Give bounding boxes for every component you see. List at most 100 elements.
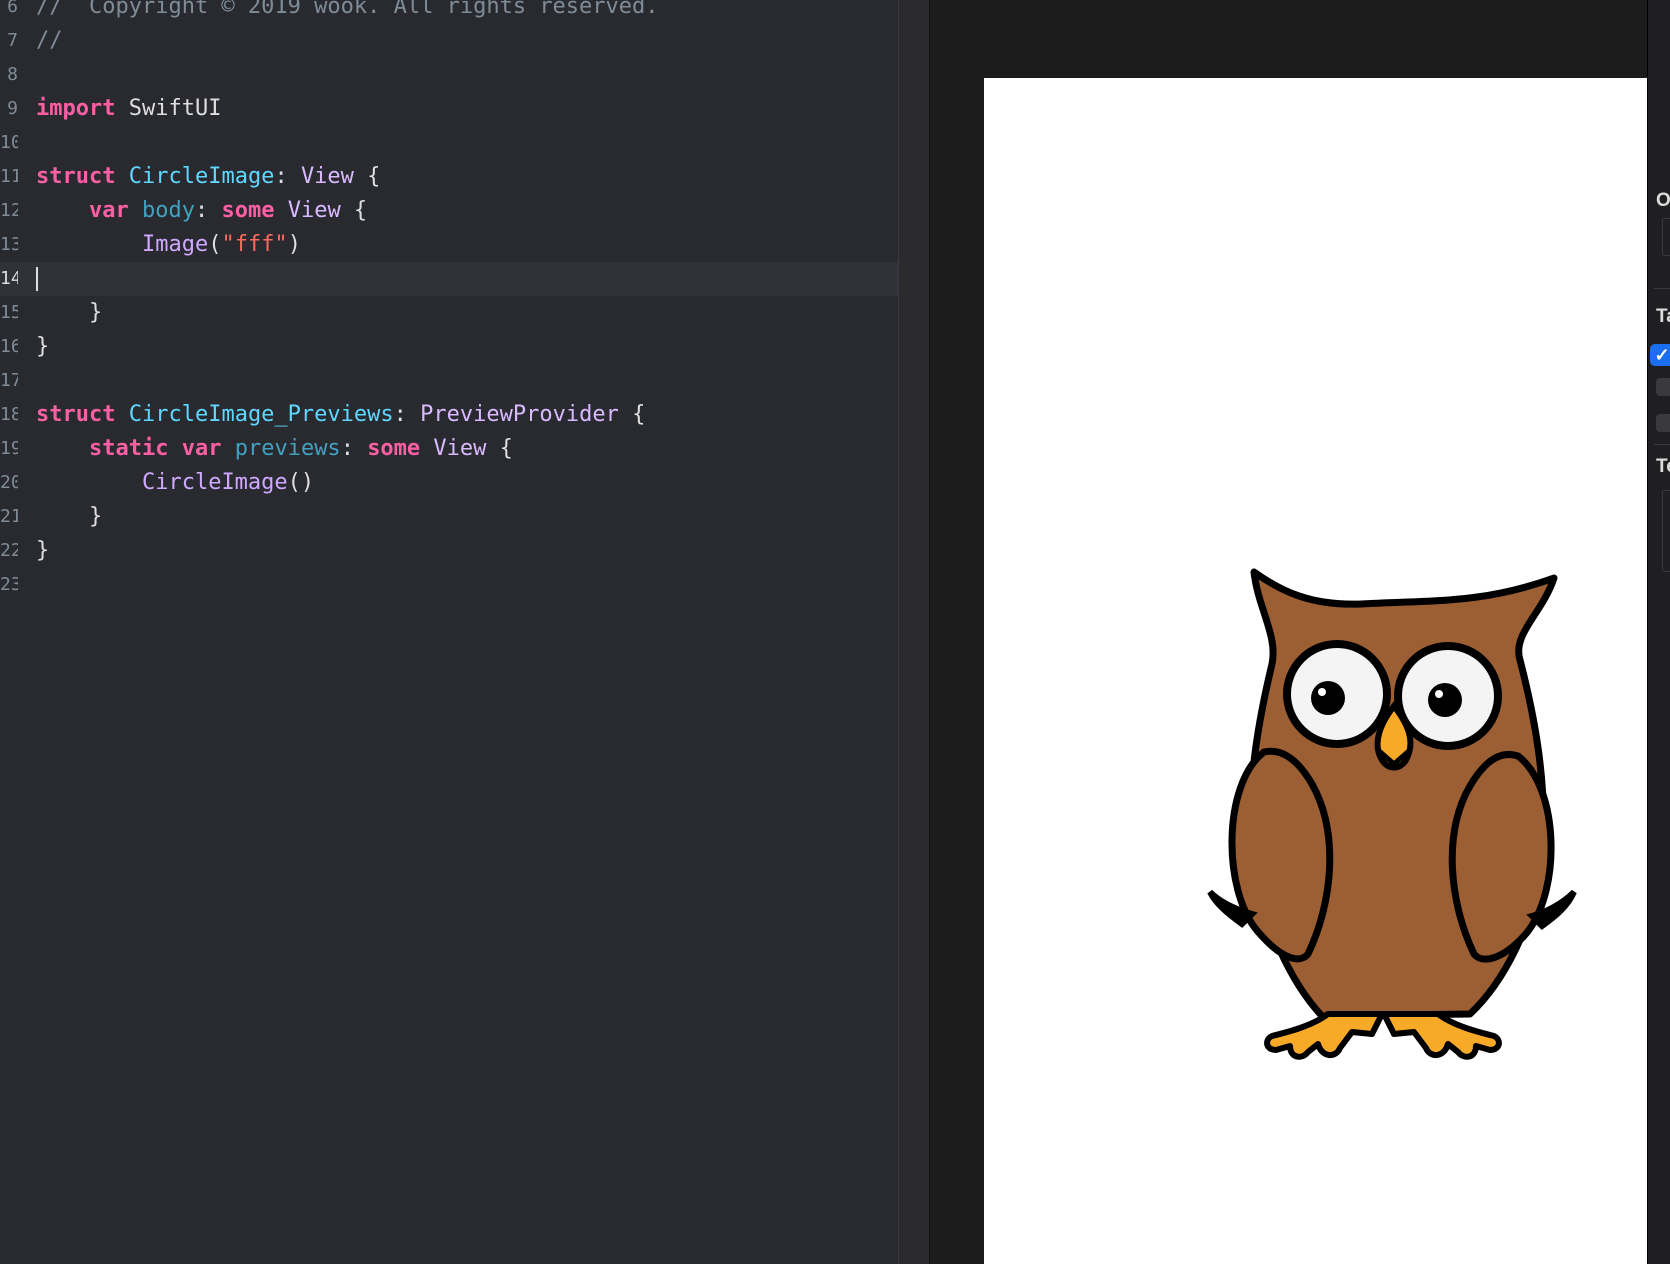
code-token: } (36, 300, 103, 325)
code-text: CircleImage() (36, 466, 314, 500)
text-caret (36, 267, 38, 291)
inspector-section-label: Te (1656, 456, 1670, 477)
code-text: struct CircleImage: View { (36, 160, 380, 194)
code-token: { (353, 164, 381, 189)
code-text: } (36, 296, 102, 330)
code-token: View (433, 436, 487, 461)
owl-image (1207, 568, 1577, 1060)
code-token: struct (36, 402, 116, 427)
code-token: ( (208, 232, 222, 257)
code-text: // (36, 24, 63, 58)
inspector-divider (1654, 444, 1670, 445)
code-line[interactable]: 8 (0, 58, 898, 92)
line-number: 16 (0, 336, 18, 357)
code-text: } (36, 534, 49, 568)
code-line[interactable]: 21 } (0, 500, 898, 534)
code-token: var (88, 198, 129, 223)
line-number: 22 (0, 540, 18, 561)
owl-wing-right (1448, 751, 1555, 963)
code-line[interactable]: 15 } (0, 296, 898, 330)
code-token: PreviewProvider (420, 402, 619, 427)
inspector-section-label: Ta (1656, 306, 1670, 327)
code-token: // (36, 28, 63, 53)
code-line[interactable]: 7 // (0, 24, 898, 58)
code-token: { (486, 436, 513, 461)
code-token: : (194, 198, 222, 223)
inspector-field[interactable] (1662, 218, 1670, 256)
line-number: 8 (7, 64, 18, 85)
owl-foot-right (1381, 1011, 1502, 1060)
code-token: some (367, 436, 421, 461)
code-token: View (287, 198, 341, 223)
preview-device-screen (984, 78, 1647, 1264)
code-line[interactable]: 17 (0, 364, 898, 398)
code-token: } (36, 504, 103, 529)
line-number: 7 (7, 30, 18, 51)
code-text: static var previews: some View { (36, 432, 513, 466)
code-line[interactable]: 18 struct CircleImage_Previews: PreviewPr… (0, 398, 898, 432)
code-text: } (36, 500, 102, 534)
line-number: 20 (0, 472, 18, 493)
line-number: 11 (0, 166, 18, 187)
code-text: import SwiftUI (36, 92, 221, 126)
code-token: static (88, 436, 169, 461)
code-line[interactable]: 20 CircleImage() (0, 466, 898, 500)
code-token: body (141, 198, 195, 223)
line-number: 10 (0, 132, 18, 153)
line-number: 9 (7, 98, 18, 119)
owl-wing-left (1228, 747, 1334, 963)
code-token: : (340, 436, 368, 461)
code-token: SwiftUI (115, 96, 222, 121)
current-code-line[interactable]: 14 (0, 262, 898, 296)
code-text: // Copyright © 2019 wook. All rights res… (36, 0, 659, 24)
code-token: CircleImage (128, 164, 275, 189)
code-line[interactable]: 23 (0, 568, 898, 602)
code-token: var (181, 436, 222, 461)
line-number: 15 (0, 302, 18, 323)
inspector-section-label: O (1656, 190, 1670, 211)
owl-foot-left (1264, 1011, 1385, 1060)
code-line[interactable]: 19 static var previews: some View { (0, 432, 898, 466)
checkbox[interactable] (1656, 378, 1670, 396)
code-token: } (36, 334, 50, 359)
code-line[interactable]: 6 // Copyright © 2019 wook. All rights re… (0, 0, 898, 24)
code-line[interactable]: 10 (0, 126, 898, 160)
code-token: CircleImage_Previews (128, 402, 394, 427)
inspector-panel: O Ta ✓ Te (1647, 0, 1670, 1264)
code-line[interactable]: 11 struct CircleImage: View { (0, 160, 898, 194)
line-number: 6 (7, 0, 18, 17)
line-number: 13 (0, 234, 18, 255)
code-token: () (287, 470, 315, 495)
code-editor[interactable]: 6 // Copyright © 2019 wook. All rights re… (0, 0, 898, 1264)
code-token: struct (36, 164, 116, 189)
code-token: // Copyright © 2019 wook. All rights res… (36, 0, 659, 19)
line-number: 12 (0, 200, 18, 221)
code-line[interactable]: 16} (0, 330, 898, 364)
code-line[interactable]: 12 var body: some View { (0, 194, 898, 228)
editor-minimap-divider[interactable] (898, 0, 931, 1264)
code-line[interactable]: 13 Image("fff") (0, 228, 898, 262)
line-number: 14 (0, 268, 18, 289)
code-line[interactable]: 9 import SwiftUI (0, 92, 898, 126)
code-text: struct CircleImage_Previews: PreviewProv… (36, 398, 645, 432)
code-token: previews (234, 436, 341, 461)
inspector-field[interactable] (1662, 490, 1670, 572)
code-text: var body: some View { (36, 194, 367, 228)
code-token: ) (287, 232, 301, 257)
checkbox[interactable] (1656, 414, 1670, 432)
line-number: 18 (0, 404, 18, 425)
code-token: some (221, 198, 275, 223)
line-number: 23 (0, 574, 18, 595)
code-line[interactable]: 22} (0, 534, 898, 568)
checkbox-checked-icon[interactable]: ✓ (1650, 344, 1670, 366)
code-token: import (36, 96, 116, 121)
